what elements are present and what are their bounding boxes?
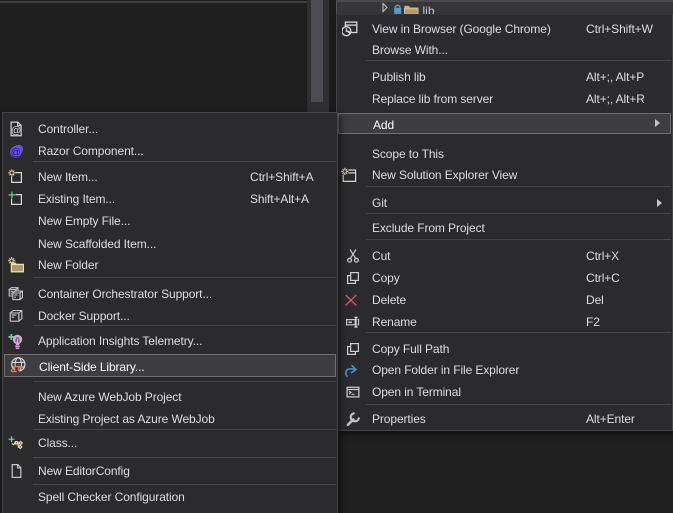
svg-text:@: @ [11,125,21,136]
svg-text:lib: lib [423,4,435,14]
svg-text:@: @ [11,147,21,158]
